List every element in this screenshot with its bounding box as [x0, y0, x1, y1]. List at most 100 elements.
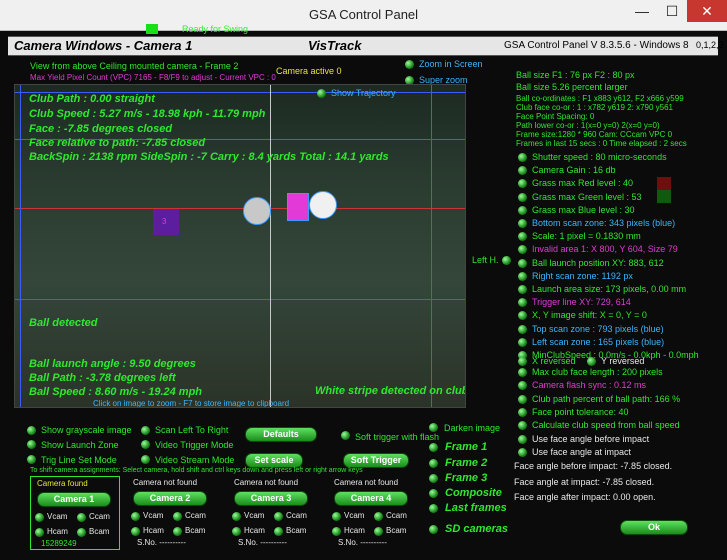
bcam-radio[interactable] — [173, 527, 182, 536]
video-trigger-toggle[interactable] — [141, 440, 150, 449]
show-trajectory-label[interactable]: Show Trajectory — [331, 88, 396, 98]
setting-label[interactable]: Left scan zone : 165 pixels (blue) — [532, 337, 664, 347]
composite-label[interactable]: Composite — [445, 487, 502, 499]
vcam-radio[interactable] — [131, 512, 140, 521]
setting-toggle[interactable] — [518, 219, 527, 228]
video-trigger-label[interactable]: Video Trigger Mode — [155, 440, 233, 450]
x-reversed-toggle[interactable] — [518, 357, 527, 366]
trig-line-label[interactable]: Trig Line Set Mode — [41, 455, 117, 465]
setting-toggle[interactable] — [518, 166, 527, 175]
setting-label[interactable]: Trigger line XY: 729, 614 — [532, 297, 631, 307]
setting-label[interactable]: Camera flash sync : 0.12 ms — [532, 380, 646, 390]
frame1-radio[interactable] — [429, 443, 438, 452]
last-frames-label[interactable]: Last frames — [445, 502, 507, 514]
camera-preview[interactable]: Show Trajectory Club Path : 0.00 straigh… — [14, 84, 466, 408]
scan-lr-label[interactable]: Scan Left To Right — [155, 425, 228, 435]
vcam-radio[interactable] — [232, 512, 241, 521]
setting-toggle[interactable] — [518, 421, 527, 430]
setting-toggle[interactable] — [518, 368, 527, 377]
setting-label[interactable]: Right scan zone: 1192 px — [532, 271, 633, 281]
setting-toggle[interactable] — [518, 232, 527, 241]
hcam-label[interactable]: Hcam — [344, 526, 365, 535]
defaults-button[interactable]: Defaults — [245, 427, 317, 442]
setting-toggle[interactable] — [518, 179, 527, 188]
frame2-radio[interactable] — [429, 459, 438, 468]
setting-label[interactable]: Grass max Green level : 53 — [532, 192, 642, 202]
soft-flash-toggle[interactable] — [341, 431, 350, 440]
darken-toggle[interactable] — [429, 423, 438, 432]
setting-toggle[interactable] — [518, 338, 527, 347]
vcam-label[interactable]: Vcam — [344, 511, 364, 520]
show-trajectory-toggle[interactable] — [317, 89, 326, 98]
video-stream-label[interactable]: Video Stream Mode — [155, 455, 234, 465]
setting-toggle[interactable] — [518, 448, 527, 457]
soft-flash-label[interactable]: Soft trigger with flash — [355, 432, 439, 442]
grayscale-label[interactable]: Show grayscale image — [41, 425, 132, 435]
close-button[interactable]: ✕ — [687, 0, 727, 22]
camera-button[interactable]: Camera 2 — [133, 491, 207, 506]
hcam-radio[interactable] — [232, 527, 241, 536]
frame3-radio[interactable] — [429, 474, 438, 483]
setting-toggle[interactable] — [518, 153, 527, 162]
frame2-label[interactable]: Frame 2 — [445, 457, 487, 469]
ccam-radio[interactable] — [173, 512, 182, 521]
setting-toggle[interactable] — [518, 245, 527, 254]
x-reversed-label[interactable]: X reversed — [532, 356, 576, 366]
trig-line-toggle[interactable] — [27, 455, 36, 464]
launch-zone-label[interactable]: Show Launch Zone — [41, 440, 119, 450]
y-reversed-label[interactable]: Y reversed — [601, 356, 644, 366]
bcam-radio[interactable] — [374, 527, 383, 536]
minimize-button[interactable]: — — [627, 0, 657, 22]
setting-label[interactable]: Grass max Red level : 40 — [532, 178, 633, 188]
setting-label[interactable]: X, Y image shift: X = 0, Y = 0 — [532, 310, 647, 320]
setting-label[interactable]: Camera Gain : 16 db — [532, 165, 616, 175]
setting-label[interactable]: Face point tolerance: 40 — [532, 407, 629, 417]
y-reversed-toggle[interactable] — [587, 357, 596, 366]
hcam-radio[interactable] — [131, 527, 140, 536]
setting-label[interactable]: Grass max Blue level : 30 — [532, 205, 635, 215]
ccam-label[interactable]: Ccam — [185, 511, 206, 520]
setting-toggle[interactable] — [518, 395, 527, 404]
bcam-label[interactable]: Bcam — [286, 526, 306, 535]
darken-label[interactable]: Darken image — [444, 423, 500, 433]
ccam-label[interactable]: Ccam — [286, 511, 307, 520]
setting-label[interactable]: Scale: 1 pixel = 0.1830 mm — [532, 231, 641, 241]
soft-trigger-button[interactable]: Soft Trigger — [343, 453, 409, 468]
launch-zone-toggle[interactable] — [27, 440, 36, 449]
scan-lr-toggle[interactable] — [141, 426, 150, 435]
setting-toggle[interactable] — [518, 259, 527, 268]
hcam-radio[interactable] — [35, 528, 44, 537]
camera-button[interactable]: Camera 1 — [37, 492, 111, 507]
setting-label[interactable]: Invalid area 1: X 800, Y 604, Size 79 — [532, 244, 678, 254]
setting-label[interactable]: Ball launch position XY: 883, 612 — [532, 258, 664, 268]
ccam-radio[interactable] — [77, 513, 86, 522]
bcam-label[interactable]: Bcam — [89, 527, 109, 536]
setting-label[interactable]: Top scan zone : 793 pixels (blue) — [532, 324, 664, 334]
setting-label[interactable]: Calculate club speed from ball speed — [532, 420, 680, 430]
setting-toggle[interactable] — [518, 272, 527, 281]
setting-toggle[interactable] — [518, 381, 527, 390]
bcam-label[interactable]: Bcam — [185, 526, 205, 535]
left-handed-toggle[interactable] — [502, 256, 511, 265]
setting-toggle[interactable] — [518, 311, 527, 320]
vcam-label[interactable]: Vcam — [47, 512, 67, 521]
sd-cameras-radio[interactable] — [429, 525, 438, 534]
setting-toggle[interactable] — [518, 325, 527, 334]
ok-button[interactable]: Ok — [620, 520, 688, 535]
hcam-label[interactable]: Hcam — [244, 526, 265, 535]
bcam-radio[interactable] — [274, 527, 283, 536]
setting-toggle[interactable] — [518, 408, 527, 417]
hcam-label[interactable]: Hcam — [47, 527, 68, 536]
vcam-label[interactable]: Vcam — [244, 511, 264, 520]
setting-toggle[interactable] — [518, 206, 527, 215]
bcam-label[interactable]: Bcam — [386, 526, 406, 535]
sd-cameras-label[interactable]: SD cameras — [445, 523, 508, 535]
ccam-radio[interactable] — [374, 512, 383, 521]
frame1-label[interactable]: Frame 1 — [445, 441, 487, 453]
hcam-radio[interactable] — [332, 527, 341, 536]
zoom-screen-label[interactable]: Zoom in Screen — [419, 59, 483, 69]
ccam-radio[interactable] — [274, 512, 283, 521]
vcam-label[interactable]: Vcam — [143, 511, 163, 520]
last-frames-radio[interactable] — [429, 504, 438, 513]
setting-label[interactable]: Club path percent of ball path: 166 % — [532, 394, 680, 404]
